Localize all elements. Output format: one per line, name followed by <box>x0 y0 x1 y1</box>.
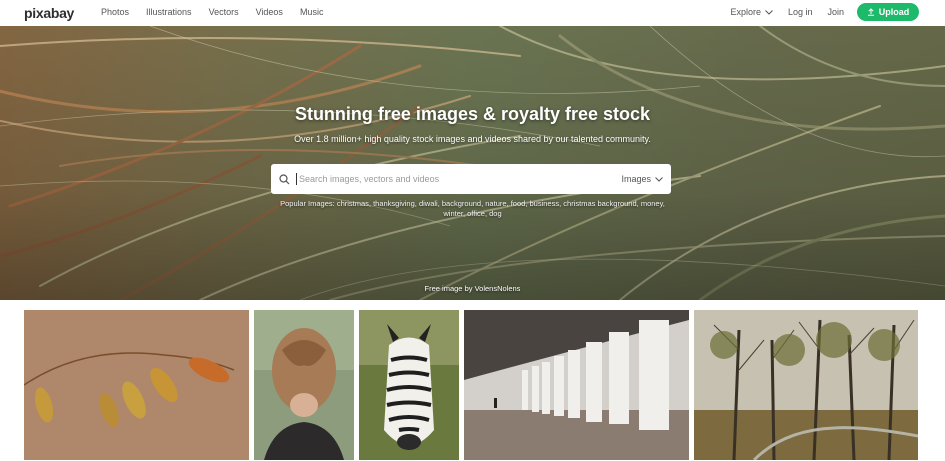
nav-videos[interactable]: Videos <box>256 7 283 17</box>
search-icon[interactable] <box>279 173 290 185</box>
popular-tag[interactable]: background <box>442 199 481 208</box>
popular-tag[interactable]: nature <box>485 199 506 208</box>
autumn-forest-photo <box>694 310 918 460</box>
header-actions: Explore Log in Join Upload <box>730 3 919 21</box>
colonnade-photo <box>464 310 689 460</box>
top-navigation-bar: pixabay Photos Illustrations Vectors Vid… <box>0 0 945 26</box>
popular-tag[interactable]: thanksgiving <box>373 199 415 208</box>
search-type-label: Images <box>621 174 651 184</box>
gallery-tile-colonnade[interactable] <box>464 310 689 460</box>
search-type-select[interactable]: Images <box>621 174 663 184</box>
grass-seed-photo <box>24 310 249 460</box>
nav-illustrations[interactable]: Illustrations <box>146 7 192 17</box>
explore-menu[interactable]: Explore <box>730 7 773 17</box>
upload-icon <box>867 8 874 16</box>
image-credit: Free image by VolensNolens <box>0 284 945 293</box>
popular-tag[interactable]: money <box>641 199 663 208</box>
upload-button[interactable]: Upload <box>857 3 919 21</box>
popular-images: Popular Images: christmas, thanksgiving,… <box>280 199 665 218</box>
search-bar: Images <box>271 164 671 194</box>
popular-tag[interactable]: diwali <box>419 199 438 208</box>
hero-subtitle: Over 1.8 million+ high quality stock ima… <box>294 134 651 144</box>
pixabay-logo[interactable]: pixabay <box>24 5 74 21</box>
nav-music[interactable]: Music <box>300 7 324 17</box>
popular-label: Popular Images: <box>280 199 335 208</box>
braided-hair-photo <box>254 310 354 460</box>
search-input[interactable] <box>296 173 622 185</box>
zebra-photo <box>359 310 459 460</box>
explore-label: Explore <box>730 7 761 17</box>
nav-vectors[interactable]: Vectors <box>209 7 239 17</box>
gallery-tile-braided-hair[interactable] <box>254 310 354 460</box>
popular-tag[interactable]: christmas background <box>563 199 636 208</box>
login-link[interactable]: Log in <box>788 7 813 17</box>
hero-banner: Stunning free images & royalty free stoc… <box>0 26 945 300</box>
gallery-tile-grass-seed[interactable] <box>24 310 249 460</box>
upload-label: Upload <box>878 7 910 17</box>
gallery-tile-zebra[interactable] <box>359 310 459 460</box>
nav-photos[interactable]: Photos <box>101 7 129 17</box>
chevron-down-icon <box>655 176 663 182</box>
hero-background-image <box>0 26 945 300</box>
popular-tag[interactable]: winter <box>443 209 463 218</box>
popular-tag[interactable]: dog <box>489 209 502 218</box>
join-link[interactable]: Join <box>827 7 844 17</box>
popular-tag[interactable]: business <box>530 199 560 208</box>
image-credit-link[interactable]: Free image by VolensNolens <box>425 284 521 293</box>
popular-tag[interactable]: christmas <box>337 199 369 208</box>
hero-title: Stunning free images & royalty free stoc… <box>294 104 651 124</box>
main-nav: Photos Illustrations Vectors Videos Musi… <box>101 7 340 17</box>
gallery-tile-autumn-forest[interactable] <box>694 310 918 460</box>
chevron-down-icon <box>765 9 773 15</box>
popular-tag[interactable]: food <box>511 199 526 208</box>
popular-tag[interactable]: office <box>467 209 485 218</box>
